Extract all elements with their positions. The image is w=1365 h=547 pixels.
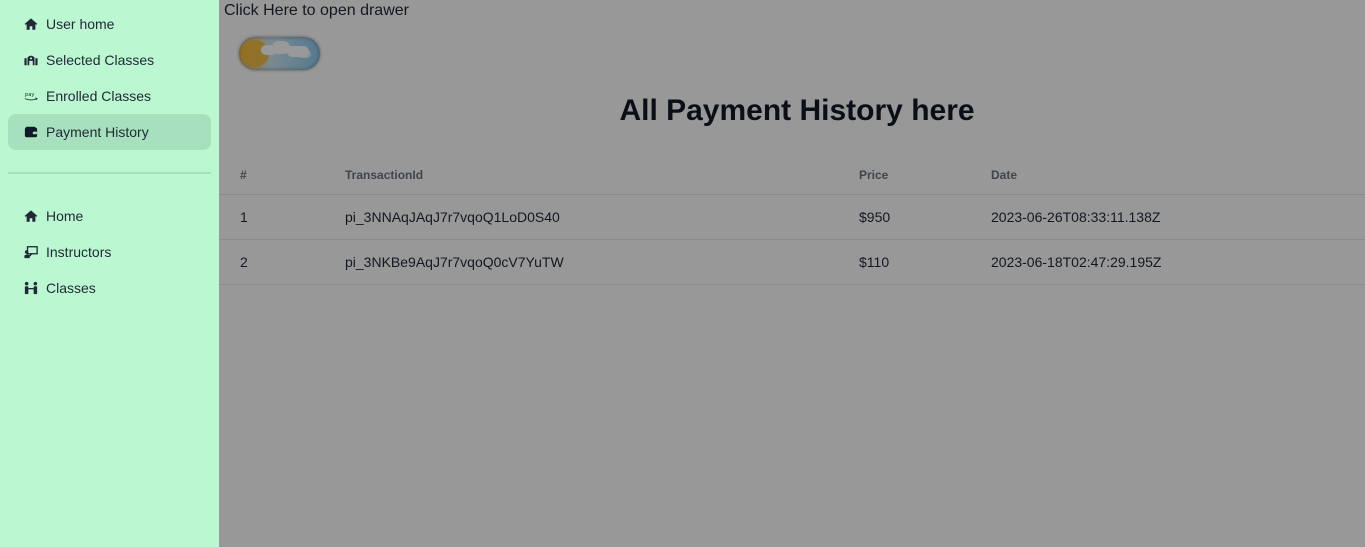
svg-text:pay: pay [25,92,35,98]
sidebar-item-enrolled-classes[interactable]: pay Enrolled Classes [8,78,211,114]
sidebar-item-payment-history[interactable]: Payment History [8,114,211,150]
sidebar-item-label: Enrolled Classes [46,88,152,104]
sidebar-item-label: Selected Classes [46,52,155,68]
sidebar-item-label: Classes [46,280,96,296]
sidebar-item-home[interactable]: Home [8,198,211,234]
sidebar-item-selected-classes[interactable]: Selected Classes [8,42,211,78]
instructor-icon [24,245,38,259]
classes-icon [24,281,38,295]
sidebar-item-label: Home [46,208,84,224]
sidebar-divider [8,172,211,174]
sidebar-menu-user: User home Selected Classes pay Enrolled … [8,6,211,150]
sidebar-item-label: User home [46,16,115,32]
sidebar-item-classes[interactable]: Classes [8,270,211,306]
sidebar-item-user-home[interactable]: User home [8,6,211,42]
pay-icon: pay [24,89,38,103]
sidebar-item-instructors[interactable]: Instructors [8,234,211,270]
home-icon [24,17,38,31]
sidebar: User home Selected Classes pay Enrolled … [0,0,219,547]
home-icon [24,209,38,223]
sidebar-item-label: Payment History [46,124,149,140]
wallet-icon [24,125,38,139]
sidebar-menu-site: Home Instructors Classes [8,198,211,306]
drawer-overlay[interactable] [219,0,1365,547]
selected-classes-icon [24,53,38,67]
sidebar-item-label: Instructors [46,244,112,260]
